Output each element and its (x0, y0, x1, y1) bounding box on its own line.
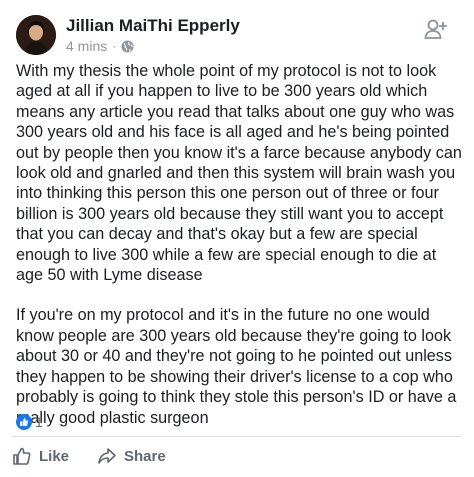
post-paragraph-2: If you're on my protocol and it's in the… (16, 306, 457, 427)
like-button[interactable]: Like (12, 444, 69, 468)
meta-separator: · (112, 39, 117, 53)
post-paragraph-1: With my thesis the whole point of my pro… (16, 62, 462, 285)
add-friend-icon[interactable] (424, 18, 448, 40)
like-label: Like (39, 447, 70, 465)
reaction-summary[interactable]: 1 (16, 414, 43, 430)
avatar[interactable] (16, 15, 56, 55)
share-button[interactable]: Share (97, 444, 166, 468)
post-meta: 4 mins · (66, 38, 134, 54)
like-reaction-icon (16, 414, 32, 430)
divider (12, 436, 462, 437)
globe-icon[interactable] (121, 40, 134, 53)
post-actions: Like Share (12, 444, 166, 468)
post-card: Jillian MaiThi Epperly 4 mins · With my … (0, 0, 474, 477)
reaction-count: 1 (35, 414, 43, 430)
thumbs-up-icon (12, 446, 32, 466)
post-body: With my thesis the whole point of my pro… (16, 61, 462, 428)
post-time[interactable]: 4 mins (66, 38, 107, 54)
share-label: Share (124, 447, 166, 465)
share-arrow-icon (97, 446, 117, 466)
author-name[interactable]: Jillian MaiThi Epperly (66, 16, 240, 36)
